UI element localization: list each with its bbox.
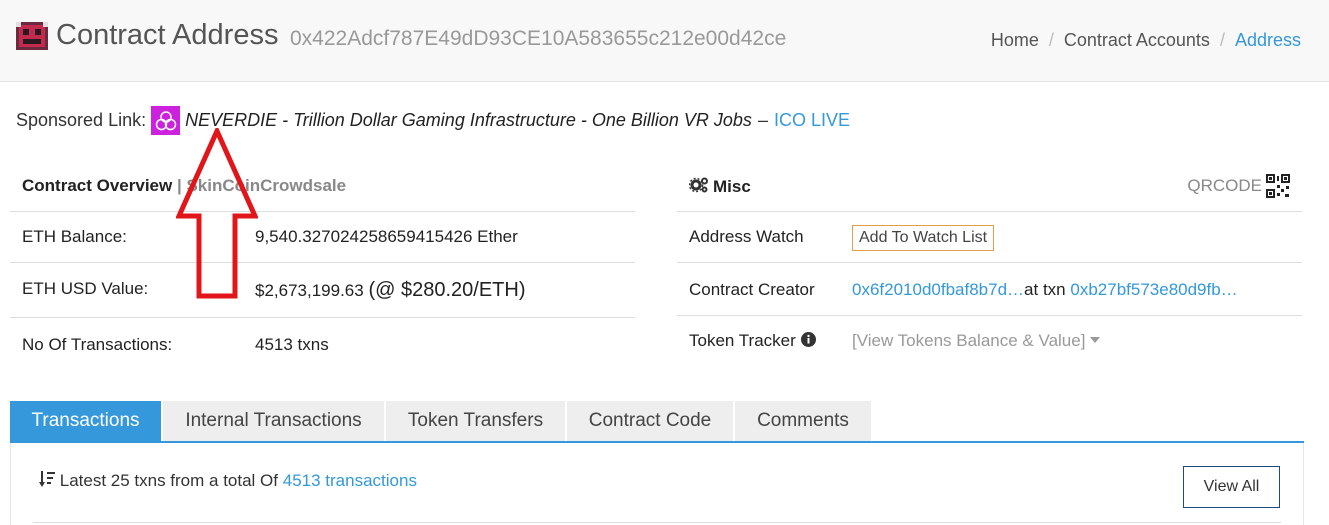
breadcrumb-current: Address <box>1234 30 1301 50</box>
tx-count-label: No Of Transactions: <box>22 335 173 354</box>
qrcode-icon <box>1266 174 1290 198</box>
view-all-button[interactable]: View All <box>1183 466 1280 508</box>
annotation-arrow-up-icon <box>176 128 258 299</box>
breadcrumb: Home / Contract Accounts / Address <box>991 30 1301 51</box>
tab-token-transfers[interactable]: Token Transfers <box>386 401 565 441</box>
sponsored-link: Sponsored Link: NEVERDIE - Trillion Doll… <box>16 106 850 135</box>
eth-price: (@ $280.20/ETH) <box>368 279 526 301</box>
info-icon[interactable] <box>800 332 816 347</box>
contract-logo-icon <box>16 22 48 50</box>
token-tracker-value: [View Tokens Balance & Value] <box>852 331 1086 350</box>
breadcrumb-contract-accounts[interactable]: Contract Accounts <box>1064 30 1210 50</box>
overview-title-text: Contract Overview <box>22 176 173 195</box>
eth-usd-label: ETH USD Value: <box>22 279 149 298</box>
token-tracker-row: Token Tracker [View Tokens Balance & Val… <box>677 316 1302 367</box>
eth-usd-row: ETH USD Value: $2,673,199.63 (@ $280.20/… <box>10 263 635 318</box>
sponsored-dash: – <box>757 110 768 130</box>
token-tracker-label-wrap: Token Tracker <box>689 331 816 351</box>
address-watch-row: Address Watch Add To Watch List <box>677 212 1302 263</box>
creator-address-link[interactable]: 0x6f2010d0fbaf8b7d… <box>852 280 1024 299</box>
contract-address: 0x422Adcf787E49dD93CE10A583655c212e00d42… <box>290 27 787 50</box>
misc-title: Misc QRCODE <box>677 164 1302 212</box>
token-tracker-dropdown[interactable]: [View Tokens Balance & Value] <box>852 331 1101 351</box>
tab-transactions[interactable]: Transactions <box>10 401 161 441</box>
tx-count-row: No Of Transactions: 4513 txns <box>10 318 635 371</box>
sponsored-label: Sponsored Link: <box>16 110 147 130</box>
sort-icon <box>39 471 55 487</box>
contract-overview-panel: Contract Overview | SkinCoinCrowdsale ET… <box>10 164 635 371</box>
latest-txns-text: Latest 25 txns from a total Of <box>59 471 279 490</box>
contract-creator-label: Contract Creator <box>689 280 815 299</box>
ico-live-link[interactable]: ICO LIVE <box>774 110 850 131</box>
add-to-watch-list-button[interactable]: Add To Watch List <box>852 225 995 251</box>
contract-creator-value: 0x6f2010d0fbaf8b7d…at txn 0xb27bf573e80d… <box>852 280 1238 300</box>
eth-balance-row: ETH Balance: 9,540.327024258659415426 Et… <box>10 212 635 263</box>
token-tracker-label: Token Tracker <box>689 331 796 350</box>
breadcrumb-separator: / <box>1048 30 1054 50</box>
transactions-panel: Latest 25 txns from a total Of 4513 tran… <box>10 443 1304 525</box>
address-watch-label: Address Watch <box>689 227 804 246</box>
breadcrumb-home[interactable]: Home <box>991 30 1039 50</box>
tab-internal-transactions[interactable]: Internal Transactions <box>163 401 384 441</box>
gears-icon <box>689 177 708 193</box>
misc-panel: Misc QRCODE Address Watch Add To Watch L… <box>677 164 1302 367</box>
page-title: Contract Address <box>56 19 279 51</box>
sponsored-text[interactable]: NEVERDIE - Trillion Dollar Gaming Infras… <box>185 110 752 131</box>
qrcode-label: QRCODE <box>1187 176 1262 195</box>
contract-creator-row: Contract Creator 0x6f2010d0fbaf8b7d…at t… <box>677 263 1302 316</box>
at-txn-text: at txn <box>1024 280 1066 299</box>
misc-title-text: Misc <box>713 177 751 196</box>
total-transactions-link[interactable]: 4513 transactions <box>283 471 417 490</box>
tx-count-value: 4513 txns <box>255 335 329 354</box>
page-header: Contract Address 0x422Adcf787E49dD93CE10… <box>0 0 1329 82</box>
breadcrumb-separator: / <box>1219 30 1225 50</box>
qrcode-button[interactable]: QRCODE <box>1187 174 1290 198</box>
overview-title: Contract Overview | SkinCoinCrowdsale <box>10 164 635 212</box>
eth-balance-value: 9,540.327024258659415426 Ether <box>255 227 518 246</box>
tab-comments[interactable]: Comments <box>735 401 871 441</box>
divider <box>33 522 1281 523</box>
tabs-bar: Transactions Internal Transactions Token… <box>10 401 1304 443</box>
tab-contract-code[interactable]: Contract Code <box>567 401 733 441</box>
creator-txn-link[interactable]: 0xb27bf573e80d9fb… <box>1070 280 1237 299</box>
eth-usd-value: $2,673,199.63 <box>255 281 364 300</box>
eth-usd-value-wrap: $2,673,199.63 (@ $280.20/ETH) <box>255 279 525 302</box>
latest-txns-summary: Latest 25 txns from a total Of 4513 tran… <box>39 470 417 491</box>
eth-balance-label: ETH Balance: <box>22 227 127 246</box>
caret-down-icon <box>1090 337 1101 343</box>
